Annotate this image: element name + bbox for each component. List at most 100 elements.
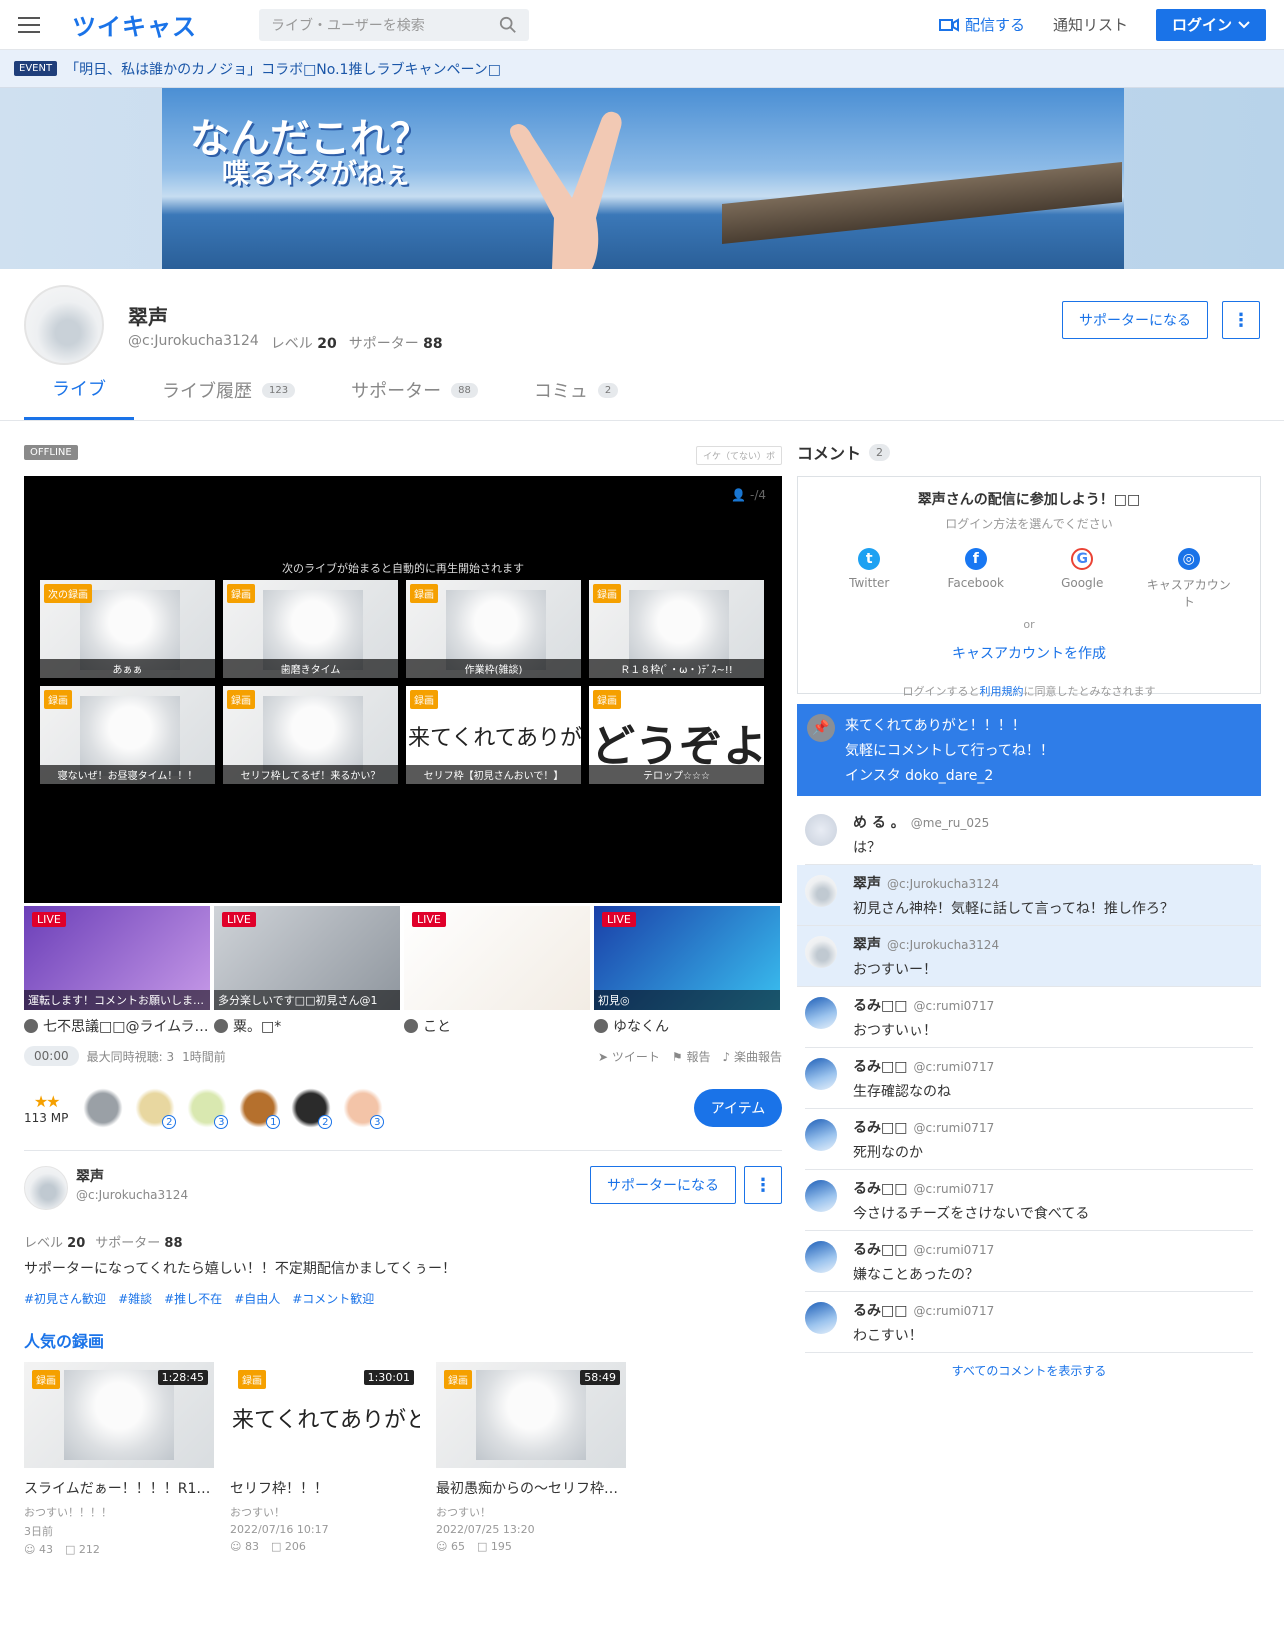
live-card[interactable]: LIVE 運転します！コメントお願いしま… 七不思議□□@ライムラ… <box>24 906 210 1036</box>
item-button[interactable]: アイテム <box>694 1089 782 1127</box>
tab-live[interactable]: ライブ <box>24 367 134 421</box>
live-thumb[interactable]: LIVE 運転します！コメントお願いしま… <box>24 906 210 1010</box>
owner-supporter-button[interactable]: サポーターになる <box>590 1166 736 1204</box>
video-title[interactable]: スライムだぁー！！！！R1… <box>24 1478 214 1498</box>
event-bar[interactable]: EVENT 「明日、私は誰かのカノジョ」コラボ□No.1推しラブキャンペーン□ <box>0 50 1284 88</box>
live-thumb[interactable]: LIVE <box>404 906 590 1010</box>
video-thumb[interactable]: 録画 58:49 <box>436 1362 626 1468</box>
hashtag-link[interactable]: #雑談 <box>118 1290 152 1307</box>
live-streamer[interactable]: こと <box>404 1016 590 1036</box>
live-streamer[interactable]: 粟。□* <box>214 1016 400 1036</box>
live-caption: 多分楽しいです□□初見さん@1 <box>214 990 400 1010</box>
item-count: 2 <box>318 1115 333 1129</box>
video-title[interactable]: セリフ枠！！！ <box>230 1478 420 1498</box>
commenter-name[interactable]: るみ□□ @c:rumi0717 <box>853 1056 1253 1076</box>
hashtag-link[interactable]: #初見さん歓迎 <box>24 1290 106 1307</box>
live-card[interactable]: LIVE 多分楽しいです□□初見さん@1 粟。□* <box>214 906 400 1036</box>
commenter-avatar[interactable] <box>805 1119 837 1151</box>
commenter-avatar[interactable] <box>805 997 837 1029</box>
hashtag-link[interactable]: #自由人 <box>234 1290 280 1307</box>
become-supporter-button[interactable]: サポーターになる <box>1062 301 1208 339</box>
commenter-avatar[interactable] <box>805 1241 837 1273</box>
commenter-avatar[interactable] <box>805 1302 837 1334</box>
login-button[interactable]: ログイン <box>1155 8 1266 41</box>
event-text[interactable]: 「明日、私は誰かのカノジョ」コラボ□No.1推しラブキャンペーン□ <box>65 59 501 79</box>
recording-thumb[interactable]: 録画 作業枠(雑談) <box>406 580 581 678</box>
recording-thumb[interactable]: 録画 Ｒ１８枠(ﾟ・ω・)ﾃﾞｽ~!! <box>589 580 764 678</box>
commenter-name[interactable]: るみ□□ @c:rumi0717 <box>853 1178 1253 1198</box>
broadcast-button[interactable]: 配信する <box>938 14 1025 35</box>
commenter-name[interactable]: 翠声 @c:Jurokucha3124 <box>853 873 1261 893</box>
video-player[interactable]: 👤 -/4 次のライブが始まると自動的に再生開始されます 次の録画 あぁぁ 録画 歯磨… <box>24 476 782 903</box>
live-thumb[interactable]: LIVE 初見◎ <box>594 906 780 1010</box>
recording-thumb[interactable]: 録画 歯磨きタイム <box>223 580 398 678</box>
login-google[interactable]: G Google <box>1037 548 1127 610</box>
report-link[interactable]: ⚑ 報告 <box>672 1048 711 1065</box>
video-thumb[interactable]: 録画 1:28:45 <box>24 1362 214 1468</box>
clap-icon[interactable]: 3 <box>340 1085 387 1131</box>
tab-live-history[interactable]: ライブ履歴 123 <box>134 367 323 421</box>
bear-icon[interactable]: 1 <box>236 1085 283 1131</box>
recording-thumb[interactable]: どうぞよろ録画テロップ☆☆☆ <box>589 686 764 784</box>
hashtag-link[interactable]: #コメント歓迎 <box>292 1290 374 1307</box>
live-card[interactable]: LIVE こと <box>404 906 590 1036</box>
tab-supporters[interactable]: サポーター 88 <box>323 367 506 421</box>
create-account-link[interactable]: キャスアカウントを作成 <box>798 643 1260 663</box>
thumb-image <box>263 590 363 670</box>
tab-community[interactable]: コミュ 2 <box>506 367 646 421</box>
owner-name[interactable]: 翠声 <box>76 1166 104 1186</box>
recording-thumb[interactable]: 録画 寝ないぜ！お昼寝タイム！！！ <box>40 686 215 784</box>
site-logo[interactable]: ツイキャス <box>72 7 197 42</box>
hashtag-link[interactable]: #推し不在 <box>164 1290 222 1307</box>
commenter-avatar[interactable] <box>805 936 837 968</box>
coin-icon[interactable] <box>80 1085 127 1131</box>
commenter-avatar[interactable] <box>805 875 837 907</box>
recording-thumb[interactable]: 次の録画 あぁぁ <box>40 580 215 678</box>
avatar[interactable] <box>24 285 104 365</box>
popular-video[interactable]: 来てくれてありがと 録画 1:30:01 セリフ枠！！！ おつすい！ 2022/07/16… <box>230 1362 420 1556</box>
popular-video[interactable]: 録画 58:49 最初愚痴からの〜セリフ枠… おつすい！ 2022/07/25 13:2… <box>436 1362 626 1556</box>
commenter-name[interactable]: め る 。 @me_ru_025 <box>853 812 1253 832</box>
search-input[interactable]: ライブ・ユーザーを検索 <box>259 8 529 41</box>
streamer-name: こと <box>423 1019 451 1035</box>
owner-avatar[interactable] <box>24 1166 68 1210</box>
live-thumb[interactable]: LIVE 多分楽しいです□□初見さん@1 <box>214 906 400 1010</box>
streamer-avatar <box>594 1019 608 1033</box>
live-streamer[interactable]: ゆなくん <box>594 1016 780 1036</box>
commenter-name[interactable]: るみ□□ @c:rumi0717 <box>853 995 1253 1015</box>
video-title[interactable]: 最初愚痴からの〜セリフ枠… <box>436 1478 626 1498</box>
menu-icon[interactable] <box>18 16 40 33</box>
commenter-name[interactable]: るみ□□ @c:rumi0717 <box>853 1300 1253 1320</box>
commenter-avatar[interactable] <box>805 814 837 846</box>
commenter-name[interactable]: 翠声 @c:Jurokucha3124 <box>853 934 1261 954</box>
owner-supporters: 88 <box>164 1236 183 1251</box>
login-twitter[interactable]: t Twitter <box>824 548 914 610</box>
login-facebook[interactable]: f Facebook <box>931 548 1021 610</box>
tweet-link[interactable]: ➤ ツイート <box>598 1048 660 1065</box>
drink-icon[interactable]: 2 <box>132 1085 179 1131</box>
popular-video[interactable]: 録画 1:28:45 スライムだぁー！！！！R1… おつすい！！！！ 3日前 ☺ 43 □ … <box>24 1362 214 1556</box>
live-card[interactable]: LIVE 初見◎ ゆなくん <box>594 906 780 1036</box>
live-streamer[interactable]: 七不思議□□@ライムラ… <box>24 1016 210 1036</box>
more-options-button[interactable]: ⋮ <box>1222 301 1260 339</box>
time-ago: 1時間前 <box>182 1049 226 1064</box>
notification-list-link[interactable]: 通知リスト <box>1053 14 1128 35</box>
show-all-comments-link[interactable]: すべてのコメントを表示する <box>797 1362 1261 1379</box>
thumb-image <box>446 590 546 670</box>
commenter-name[interactable]: るみ□□ @c:rumi0717 <box>853 1239 1253 1259</box>
terms-link[interactable]: 利用規約 <box>980 685 1024 698</box>
recording-thumb[interactable]: 来てくれてありがと 録画セリフ枠【初見さんおいで！】 <box>406 686 581 784</box>
pin-icon: 📌 <box>807 714 835 742</box>
search-icon[interactable] <box>499 16 517 34</box>
commenter-avatar[interactable] <box>805 1180 837 1212</box>
level-label: レベル <box>270 336 313 352</box>
login-twitcas[interactable]: ◎ キャスアカウント <box>1144 548 1234 610</box>
video-thumb[interactable]: 来てくれてありがと 録画 1:30:01 <box>230 1362 420 1468</box>
music-report-link[interactable]: ♪ 楽曲報告 <box>722 1048 782 1065</box>
recording-thumb[interactable]: 録画 セリフ枠してるぜ！来るかい？ <box>223 686 398 784</box>
commenter-name[interactable]: るみ□□ @c:rumi0717 <box>853 1117 1253 1137</box>
owner-more-button[interactable]: ⋮ <box>744 1166 782 1204</box>
tea-icon[interactable]: 3 <box>184 1085 231 1131</box>
girl-icon[interactable]: 2 <box>288 1085 335 1131</box>
commenter-avatar[interactable] <box>805 1058 837 1090</box>
